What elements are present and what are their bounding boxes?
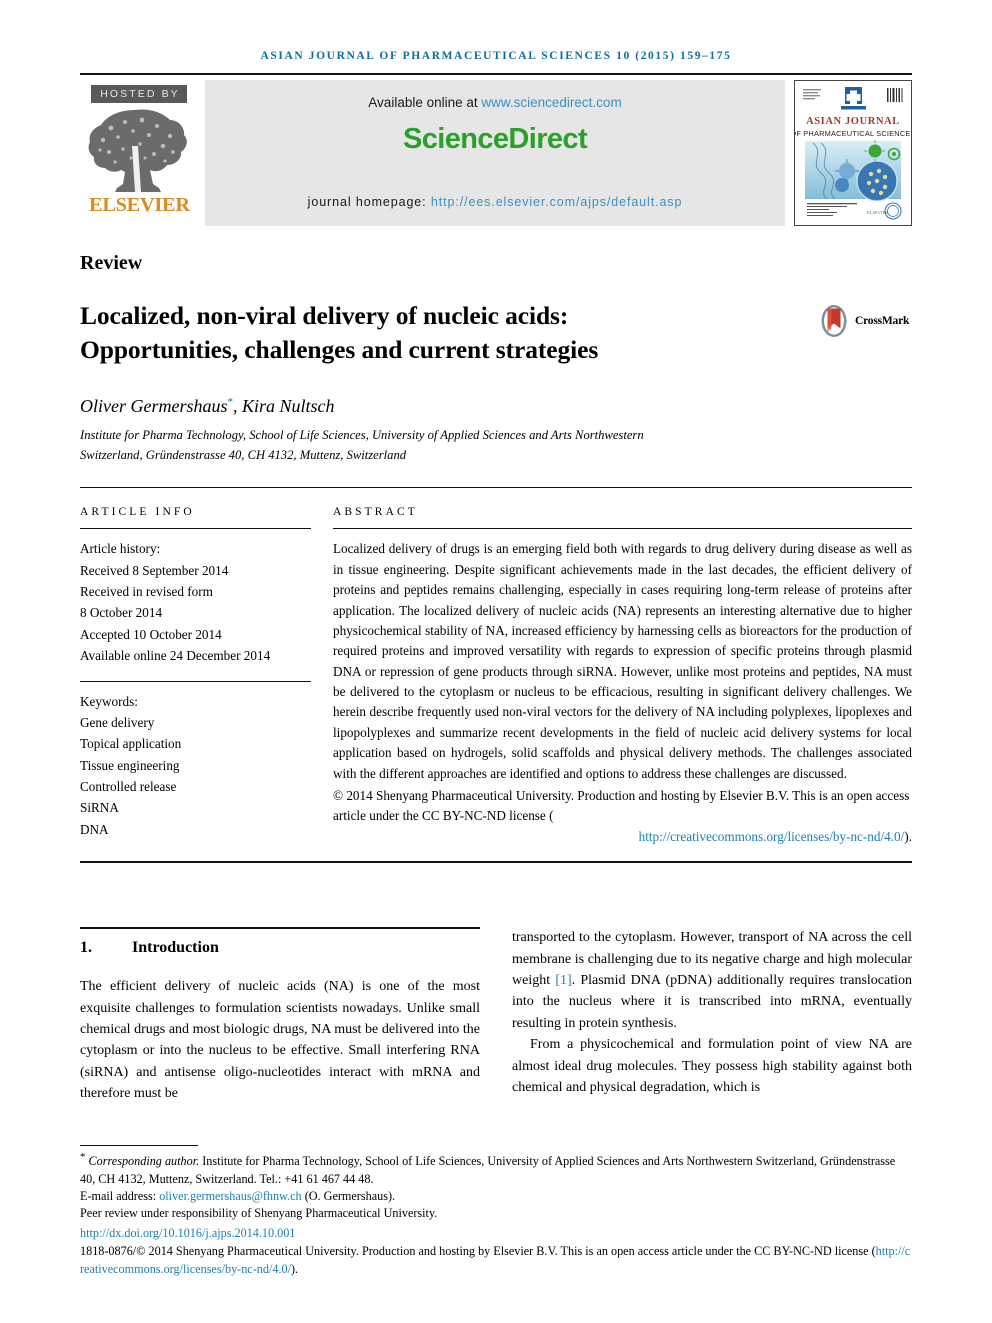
svg-text:ASIAN JOURNAL: ASIAN JOURNAL: [806, 116, 900, 127]
article-type: Review: [80, 252, 143, 274]
article-history-block: Article history: Received 8 September 20…: [80, 538, 311, 666]
intro-paragraph-left: The efficient delivery of nucleic acids …: [80, 979, 480, 1102]
journal-header-banner: HOSTED BY ELSEVIER Available online at w…: [80, 80, 912, 226]
abstract-copyright: © 2014 Shenyang Pharmaceutical Universit…: [333, 786, 912, 847]
article-history-label: Article history:: [80, 541, 161, 557]
sciencedirect-panel: Available online at www.sciencedirect.co…: [205, 80, 785, 226]
elsevier-wordmark: ELSEVIER: [88, 194, 190, 216]
title-line-1: Localized, non-viral delivery of nucleic…: [80, 301, 569, 330]
keywords-block: Keywords: Gene delivery Topical applicat…: [80, 691, 311, 841]
history-item: Available online 24 December 2014: [80, 648, 271, 664]
history-item: 8 October 2014: [80, 605, 163, 621]
journal-cover-thumbnail: ASIAN JOURNAL OF PHARMACEUTICAL SCIENCES: [794, 80, 912, 226]
corresponding-author-label: Corresponding author.: [88, 1154, 200, 1169]
section-title: Introduction: [132, 939, 219, 957]
abstract-bottom-divider: [80, 861, 912, 864]
copyright-end: ).: [904, 828, 912, 844]
homepage-prefix: journal homepage:: [307, 195, 431, 209]
available-online-line: Available online at www.sciencedirect.co…: [368, 95, 621, 110]
history-item: Received 8 September 2014: [80, 562, 229, 578]
sciencedirect-link[interactable]: www.sciencedirect.com: [481, 95, 621, 110]
title-row: Localized, non-viral delivery of nucleic…: [80, 299, 912, 366]
elsevier-logo-block: HOSTED BY ELSEVIER: [80, 80, 198, 226]
copyright-text: © 2014 Shenyang Pharmaceutical Universit…: [333, 788, 910, 824]
corresponding-author-note: * Corresponding author. Institute for Ph…: [80, 1150, 912, 1188]
abstract-column: ABSTRACT Localized delivery of drugs is …: [333, 506, 912, 847]
journal-homepage-link[interactable]: http://ees.elsevier.com/ajps/default.asp: [431, 195, 682, 209]
affiliation-line-2: Switzerland, Gründenstrasse 40, CH 4132,…: [80, 447, 407, 462]
peer-review-note: Peer review under responsibility of Shen…: [80, 1206, 438, 1221]
abstract-text: Localized delivery of drugs is an emergi…: [333, 541, 912, 781]
issn-text: 1818-0876/© 2014 Shenyang Pharmaceutical…: [80, 1244, 876, 1259]
header-divider: [80, 73, 912, 75]
intro-paragraph-right-2: From a physicochemical and formulation p…: [512, 1037, 912, 1096]
email-suffix: (O. Germershaus).: [301, 1189, 396, 1203]
footnote-star: *: [80, 1151, 86, 1164]
sciencedirect-logo: ScienceDirect: [402, 123, 588, 155]
history-item: Accepted 10 October 2014: [80, 626, 222, 642]
email-label: E-mail address:: [80, 1189, 160, 1203]
journal-cover-image: ASIAN JOURNAL OF PHARMACEUTICAL SCIENCES: [795, 81, 911, 225]
paragraph-text-b: . Plasmid DNA (pDNA) additionally requir…: [512, 973, 912, 1031]
elsevier-tree-icon: [88, 109, 187, 192]
email-link[interactable]: oliver.germershaus@fhnw.ch: [159, 1189, 301, 1203]
crossmark-icon: [821, 305, 847, 337]
author-list: Oliver Germershaus*, Kira Nultsch: [80, 396, 912, 417]
page-title: Localized, non-viral delivery of nucleic…: [80, 299, 816, 366]
title-line-2: Opportunities, challenges and current st…: [80, 334, 599, 364]
intro-paragraph-right-1: transported to the cytoplasm. However, t…: [512, 927, 912, 1034]
citation-ref-1[interactable]: [1]: [555, 973, 571, 988]
available-online-prefix: Available online at: [368, 95, 482, 110]
affiliation-line-1: Institute for Pharma Technology, School …: [80, 428, 644, 443]
info-section-divider: [80, 487, 912, 489]
abstract-heading: ABSTRACT: [333, 506, 418, 519]
body-column-right: transported to the cytoplasm. However, t…: [512, 927, 912, 1104]
keywords-rule: [80, 680, 311, 682]
crossmark-label: CrossMark: [855, 315, 910, 327]
article-info-rule: [80, 528, 311, 530]
license-link[interactable]: http://creativecommons.org/licenses/by-n…: [639, 829, 905, 844]
issn-copyright-note: 1818-0876/© 2014 Shenyang Pharmaceutical…: [80, 1243, 912, 1278]
body-columns: 1. Introduction The efficient delivery o…: [80, 927, 912, 1104]
body-column-left: 1. Introduction The efficient delivery o…: [80, 927, 480, 1104]
section-heading: 1. Introduction: [80, 939, 480, 957]
keyword-item: SiRNA: [80, 800, 119, 816]
keyword-item: Tissue engineering: [80, 757, 180, 773]
keyword-item: Topical application: [80, 736, 182, 752]
keyword-item: Controlled release: [80, 779, 177, 795]
corresponding-author-detail: Institute for Pharma Technology, School …: [80, 1154, 896, 1186]
history-item: Received in revised form: [80, 584, 213, 600]
author-primary: Oliver Germershaus: [80, 396, 228, 417]
issn-end: ).: [290, 1261, 299, 1276]
footnote-rule: [80, 1145, 198, 1147]
svg-text:OF PHARMACEUTICAL SCIENCES: OF PHARMACEUTICAL SCIENCES: [795, 129, 911, 138]
info-abstract-region: ARTICLE INFO Article history: Received 8…: [80, 506, 912, 847]
section-number: 1.: [80, 939, 92, 957]
article-info-column: ARTICLE INFO Article history: Received 8…: [80, 506, 333, 847]
keyword-item: Gene delivery: [80, 714, 155, 730]
article-page: Asian Journal of Pharmaceutical Sciences…: [0, 0, 992, 1323]
keywords-label: Keywords:: [80, 693, 138, 709]
journal-citation: Asian Journal of Pharmaceutical Sciences…: [260, 50, 732, 62]
email-note: E-mail address: oliver.germershaus@fhnw.…: [80, 1188, 912, 1205]
footnote-block: * Corresponding author. Institute for Ph…: [80, 1145, 912, 1278]
keyword-item: DNA: [80, 821, 109, 837]
affiliation: Institute for Pharma Technology, School …: [80, 426, 780, 465]
section-rule: [80, 927, 480, 930]
doi-link[interactable]: http://dx.doi.org/10.1016/j.ajps.2014.10…: [80, 1225, 912, 1243]
abstract-rule: [333, 528, 912, 530]
journal-homepage-line: journal homepage: http://ees.elsevier.co…: [205, 195, 785, 209]
author-secondary: , Kira Nultsch: [232, 396, 335, 417]
crossmark-badge[interactable]: CrossMark: [816, 303, 912, 339]
article-info-heading: ARTICLE INFO: [80, 506, 195, 519]
hosted-by-badge: HOSTED BY: [91, 85, 187, 103]
